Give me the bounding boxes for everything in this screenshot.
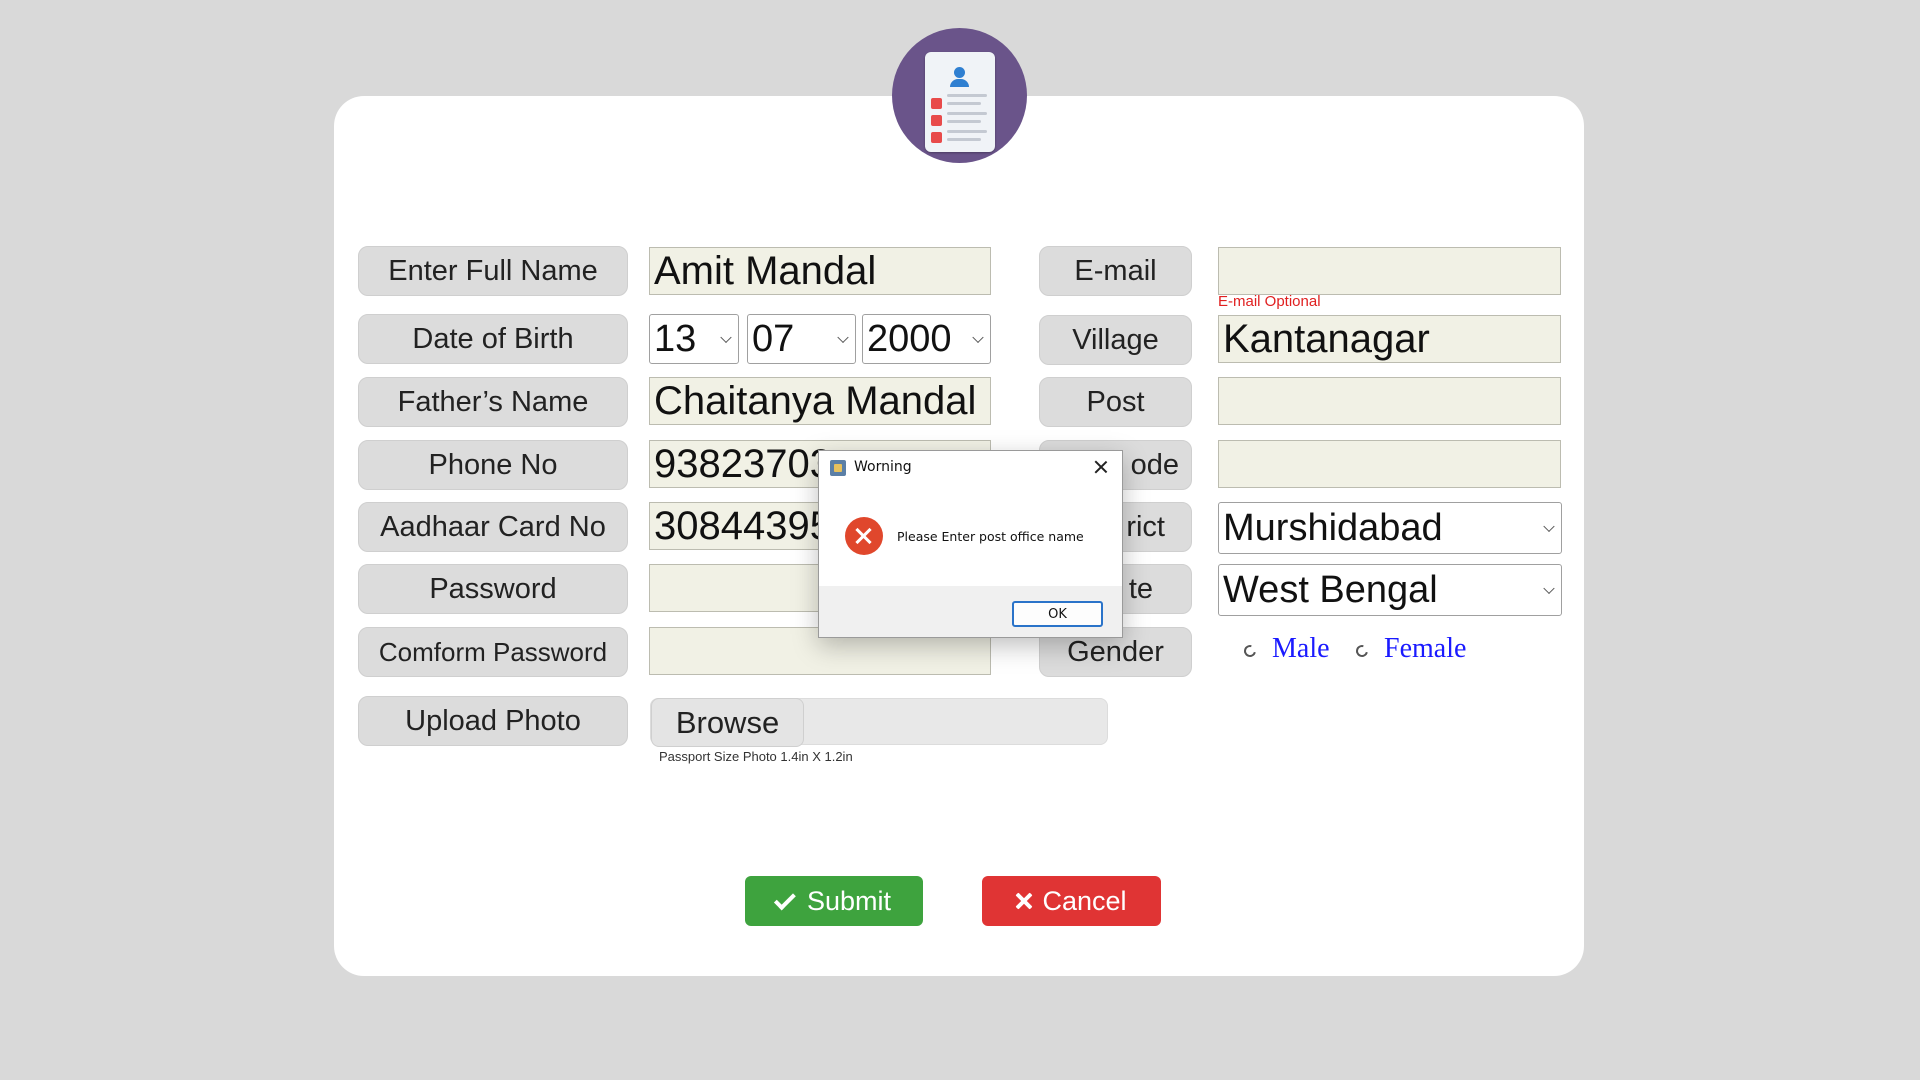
dob-month-value: 07 (752, 317, 795, 360)
dob-year-select[interactable]: 2000 (862, 314, 991, 364)
gender-male-label[interactable]: Male (1272, 633, 1330, 665)
warning-dialog: Worning Please Enter post office name OK (818, 450, 1123, 638)
chevron-down-icon (972, 331, 984, 344)
close-icon (1016, 893, 1032, 909)
text-line-graphic (947, 120, 981, 123)
text-line-graphic (947, 112, 987, 115)
submit-label: Submit (806, 885, 892, 916)
ok-button[interactable]: OK (1012, 601, 1103, 627)
full-name-field[interactable]: Amit Mandal (649, 247, 991, 295)
bullet-graphic (931, 98, 942, 109)
district-value: Murshidabad (1223, 506, 1443, 549)
dob-label: Date of Birth (358, 314, 628, 364)
post-field[interactable] (1218, 377, 1561, 425)
dialog-title: Worning (854, 459, 912, 475)
chevron-down-icon (837, 331, 849, 344)
phone-label: Phone No (358, 440, 628, 490)
app-icon (830, 460, 846, 476)
bullet-graphic (931, 115, 942, 126)
post-label: Post (1039, 377, 1192, 427)
email-field[interactable] (1218, 247, 1561, 295)
text-line-graphic (947, 102, 981, 105)
browse-button[interactable]: Browse (651, 698, 804, 747)
text-line-graphic (947, 138, 981, 141)
confirm-password-label: Comform Password (358, 627, 628, 677)
document-graphic (925, 52, 995, 152)
profile-form-icon (892, 28, 1027, 163)
dob-day-value: 13 (654, 317, 697, 360)
close-icon[interactable] (1093, 459, 1109, 475)
dob-year-value: 2000 (867, 317, 952, 360)
full-name-label: Enter Full Name (358, 246, 628, 296)
text-line-graphic (947, 94, 987, 97)
aadhaar-label: Aadhaar Card No (358, 502, 628, 552)
person-head-graphic (954, 67, 965, 78)
cancel-label: Cancel (1042, 885, 1127, 916)
pincode-field[interactable] (1218, 440, 1561, 488)
email-label: E-mail (1039, 246, 1192, 296)
chevron-down-icon (1543, 520, 1555, 533)
state-value: West Bengal (1223, 568, 1438, 611)
upload-photo-label: Upload Photo (358, 696, 628, 746)
photo-size-hint: Passport Size Photo 1.4in X 1.2in (659, 749, 853, 764)
text-line-graphic (947, 130, 987, 133)
chevron-down-icon (720, 331, 732, 344)
dob-month-select[interactable]: 07 (747, 314, 856, 364)
bullet-graphic (931, 132, 942, 143)
password-label: Password (358, 564, 628, 614)
submit-button[interactable]: Submit (745, 876, 923, 926)
village-field[interactable]: Kantanagar (1218, 315, 1561, 363)
father-name-field[interactable]: Chaitanya Mandal (649, 377, 991, 425)
cancel-button[interactable]: Cancel (982, 876, 1161, 926)
district-select[interactable]: Murshidabad (1218, 502, 1562, 554)
father-name-label: Father’s Name (358, 377, 628, 427)
email-optional-hint: E-mail Optional (1218, 293, 1321, 310)
dialog-message: Please Enter post office name (897, 529, 1084, 544)
check-icon (773, 887, 796, 910)
person-body-graphic (950, 79, 969, 87)
dob-day-select[interactable]: 13 (649, 314, 739, 364)
state-select[interactable]: West Bengal (1218, 564, 1562, 616)
gender-female-label[interactable]: Female (1384, 633, 1466, 665)
village-label: Village (1039, 315, 1192, 365)
error-icon (845, 517, 883, 555)
chevron-down-icon (1543, 582, 1555, 595)
